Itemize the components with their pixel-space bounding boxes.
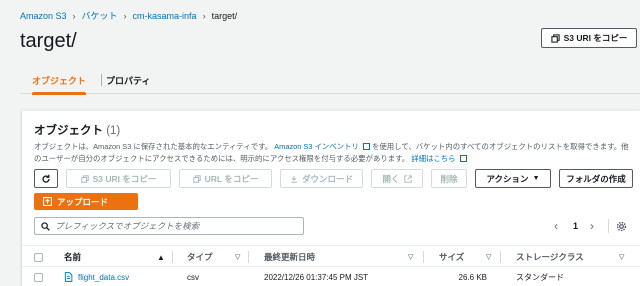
table-header: 名前 ▲ タイプ ▽ 最終更新日時 ▽ サイズ ▽ ストレージクラス ▽ bbox=[22, 245, 640, 267]
chevron-right-icon: › bbox=[123, 10, 127, 21]
sort-icon[interactable]: ▲ bbox=[157, 246, 165, 268]
object-name-link[interactable]: flight_data.csv bbox=[78, 273, 129, 282]
desc-text-1: オブジェクトは、Amazon S3 に保存された基本的なエンティティです。 bbox=[34, 142, 273, 151]
object-type: csv bbox=[187, 272, 199, 282]
object-size: 26.6 KB bbox=[458, 272, 487, 282]
external-link-icon bbox=[459, 155, 467, 162]
chevron-left-icon[interactable]: ‹ bbox=[554, 217, 558, 235]
gear-icon-svg bbox=[616, 221, 627, 231]
sort-icon[interactable]: ▽ bbox=[408, 246, 413, 268]
panel-title: オブジェクト (1) bbox=[34, 122, 120, 138]
copy-s3-uri-label: S3 URI をコピー bbox=[563, 33, 628, 43]
column-divider bbox=[172, 251, 173, 263]
object-storage-class: スタンダード bbox=[516, 272, 564, 282]
breadcrumb-s3[interactable]: Amazon S3 bbox=[20, 11, 67, 21]
file-icon bbox=[64, 272, 73, 282]
page-title: target/ bbox=[20, 30, 77, 52]
actions-label: アクション bbox=[486, 173, 529, 184]
delete-button[interactable]: 削除 bbox=[431, 169, 467, 188]
object-last-modified: 2022/12/26 01:37:45 PM JST bbox=[264, 272, 369, 282]
search-input[interactable]: プレフィックスでオブジェクトを検索 bbox=[34, 217, 304, 235]
column-last-modified[interactable]: 最終更新日時 bbox=[264, 246, 315, 268]
download-button[interactable]: ダウンロード bbox=[280, 169, 363, 188]
panel-description: オブジェクトは、Amazon S3 に保存された基本的なエンティティです。 Am… bbox=[34, 141, 630, 165]
download-label: ダウンロード bbox=[301, 173, 353, 184]
column-divider bbox=[500, 251, 501, 263]
open-button[interactable]: 開く bbox=[371, 169, 423, 188]
refresh-button[interactable] bbox=[34, 169, 58, 188]
upload-icon bbox=[43, 197, 52, 206]
copy-url-button[interactable]: URL をコピー bbox=[179, 169, 272, 188]
column-type[interactable]: タイプ bbox=[187, 246, 213, 268]
table-row[interactable]: flight_data.csv csv 2022/12/26 01:37:45 … bbox=[22, 267, 640, 286]
toolbar-copy-s3-uri-button[interactable]: S3 URI をコピー bbox=[66, 169, 171, 188]
copy-icon bbox=[550, 33, 560, 43]
column-storage-class[interactable]: ストレージクラス bbox=[516, 246, 584, 268]
copy-url-label: URL をコピー bbox=[204, 173, 259, 184]
sort-icon[interactable]: ▽ bbox=[619, 246, 624, 268]
breadcrumb-bucket[interactable]: cm-kasama-infa bbox=[133, 11, 197, 21]
tab-properties[interactable]: プロパティ bbox=[94, 66, 162, 94]
open-label: 開く bbox=[382, 173, 400, 184]
copy-s3-uri-button[interactable]: S3 URI をコピー bbox=[541, 28, 637, 48]
caret-down-icon: ▼ bbox=[532, 175, 540, 182]
search-icon bbox=[41, 221, 50, 231]
object-count: (1) bbox=[106, 125, 121, 137]
copy-icon bbox=[192, 174, 201, 183]
external-link-icon bbox=[362, 143, 370, 150]
select-all-checkbox[interactable] bbox=[34, 246, 43, 268]
column-divider bbox=[423, 251, 424, 263]
column-name[interactable]: 名前 bbox=[64, 246, 81, 268]
upload-label: アップロード bbox=[57, 196, 109, 207]
chevron-right-icon[interactable]: › bbox=[590, 217, 594, 235]
page-number[interactable]: 1 bbox=[573, 217, 578, 235]
row-checkbox[interactable] bbox=[34, 267, 43, 286]
learn-more-link[interactable]: 詳細はこちら bbox=[411, 154, 455, 163]
upload-button[interactable]: アップロード bbox=[34, 193, 138, 210]
external-link-icon bbox=[403, 174, 412, 183]
refresh-icon bbox=[42, 174, 50, 183]
breadcrumb: Amazon S3 › バケット › cm-kasama-infa › targ… bbox=[20, 9, 237, 22]
chevron-right-icon: › bbox=[72, 10, 76, 21]
tab-objects[interactable]: オブジェクト bbox=[20, 66, 98, 95]
breadcrumb-buckets[interactable]: バケット bbox=[82, 9, 118, 22]
copy-icon bbox=[80, 174, 89, 183]
objects-panel: オブジェクト (1) オブジェクトは、Amazon S3 に保存された基本的なエ… bbox=[22, 110, 640, 286]
sort-icon[interactable]: ▽ bbox=[235, 246, 240, 268]
search-placeholder: プレフィックスでオブジェクトを検索 bbox=[55, 221, 200, 231]
inventory-link[interactable]: Amazon S3 インベントリ bbox=[274, 142, 359, 151]
tab-bar: オブジェクト プロパティ bbox=[20, 66, 640, 95]
pager-divider bbox=[608, 219, 609, 233]
breadcrumb-current: target/ bbox=[211, 10, 238, 21]
toolbar-copy-s3-uri-label: S3 URI をコピー bbox=[92, 173, 157, 184]
column-size[interactable]: サイズ bbox=[439, 246, 464, 268]
actions-dropdown[interactable]: アクション ▼ bbox=[475, 169, 551, 188]
panel-title-text: オブジェクト bbox=[34, 125, 103, 137]
create-folder-button[interactable]: フォルダの作成 bbox=[559, 169, 633, 188]
column-divider bbox=[248, 251, 249, 263]
gear-icon[interactable] bbox=[616, 217, 627, 235]
sort-icon[interactable]: ▽ bbox=[486, 246, 491, 268]
object-name-cell: flight_data.csv bbox=[64, 267, 129, 286]
download-icon bbox=[290, 175, 298, 183]
chevron-right-icon: › bbox=[202, 10, 206, 21]
